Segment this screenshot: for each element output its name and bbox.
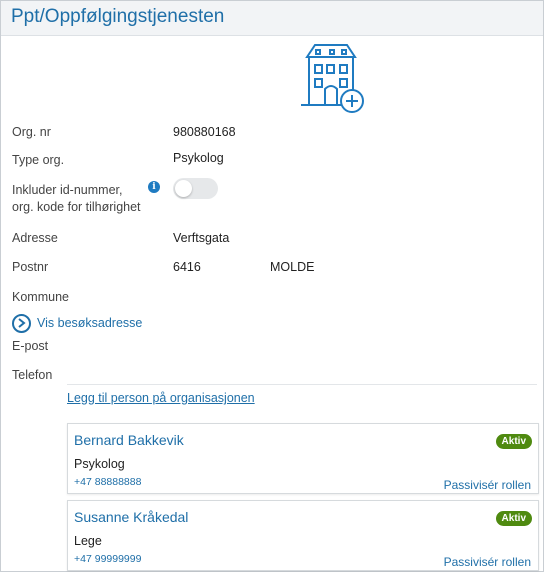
- organization-panel: Ppt/Oppfølgingstjenesten Org. nr 9808801…: [0, 0, 544, 572]
- passivate-role-link[interactable]: Passivisér rollen: [444, 555, 531, 569]
- passivate-role-link[interactable]: Passivisér rollen: [444, 478, 531, 492]
- person-role: Psykolog: [74, 457, 125, 471]
- status-badge: Aktiv: [495, 434, 532, 449]
- person-name[interactable]: Bernard Bakkevik: [74, 432, 184, 448]
- person-phone[interactable]: +47 99999999: [74, 553, 141, 565]
- postnr-value: 6416: [173, 260, 201, 274]
- phone-label: Telefon: [12, 368, 53, 382]
- kommune-label: Kommune: [12, 290, 69, 304]
- postnr-label: Postnr: [12, 260, 49, 274]
- include-id-label-line1: Inkluder id-nummer,: [12, 183, 123, 197]
- person-name[interactable]: Susanne Kråkedal: [74, 509, 188, 525]
- person-card: Susanne Kråkedal Aktiv Lege +47 99999999…: [67, 500, 539, 571]
- email-label: E-post: [12, 339, 49, 353]
- address-value: Verftsgata: [173, 231, 230, 245]
- status-badge: Aktiv: [495, 511, 532, 526]
- org-nr-label: Org. nr: [12, 125, 51, 139]
- include-id-label-line2: org. kode for tilhørighet: [12, 200, 141, 214]
- chevron-right-circle-icon: [12, 313, 31, 333]
- include-id-toggle[interactable]: [173, 178, 218, 199]
- divider: [67, 384, 537, 385]
- address-label: Adresse: [12, 231, 58, 245]
- person-phone[interactable]: +47 88888888: [74, 476, 141, 488]
- page-title: Ppt/Oppfølgingstjenesten: [11, 6, 225, 27]
- type-org-label: Type org.: [12, 153, 65, 167]
- person-card: Bernard Bakkevik Aktiv Psykolog +47 8888…: [67, 423, 539, 494]
- toggle-knob: [175, 180, 192, 197]
- city-value: MOLDE: [270, 260, 315, 274]
- visit-address-toggle[interactable]: Vis besøksadresse: [12, 313, 142, 333]
- org-nr-value: 980880168: [173, 125, 236, 139]
- building-add-icon: [301, 44, 364, 113]
- person-role: Lege: [74, 534, 102, 548]
- add-person-link[interactable]: Legg til person på organisasjonen: [67, 391, 255, 405]
- info-icon[interactable]: i: [148, 181, 160, 193]
- visit-address-link[interactable]: Vis besøksadresse: [37, 316, 142, 330]
- type-org-value: Psykolog: [173, 151, 224, 165]
- panel-header: Ppt/Oppfølgingstjenesten: [1, 1, 543, 36]
